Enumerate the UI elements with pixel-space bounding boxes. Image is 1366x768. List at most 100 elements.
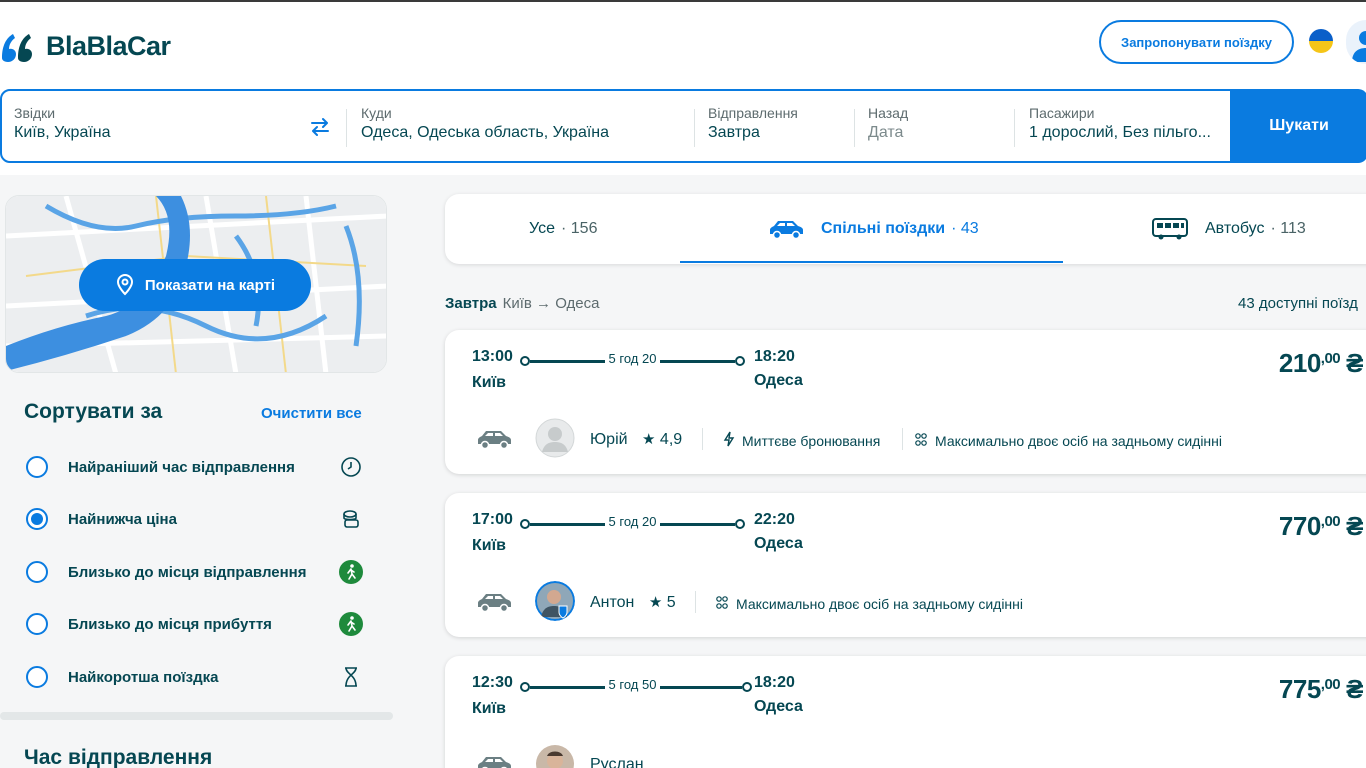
driver-name: Юрій <box>590 431 628 448</box>
from-field[interactable]: Звідки Київ, Україна <box>14 105 111 142</box>
ride-type-tabs: Усе · 156 Спільні поїздки · 43 Автобус ·… <box>445 194 1366 264</box>
arrival-city: Одеса <box>754 698 803 715</box>
driver-info: Юрій ★ 4,9 <box>590 430 682 449</box>
walking-icon <box>339 612 363 636</box>
sort-option-shortest[interactable]: Найкоротша поїздка <box>26 664 371 690</box>
max-two-back-feature: Максимально двоє осіб на задньому сидінн… <box>714 594 1023 613</box>
radio-button[interactable] <box>26 561 48 583</box>
departure-city: Київ <box>472 374 506 391</box>
coins-icon <box>339 507 363 531</box>
return-date-field[interactable]: Назад Дата <box>868 105 908 142</box>
driver-info: Руслан <box>590 756 644 768</box>
walking-icon <box>339 560 363 584</box>
driver-name: Руслан <box>590 756 644 768</box>
active-tab-indicator <box>680 261 1063 263</box>
sort-option-close-departure[interactable]: Близько до місця відправлення <box>26 559 371 585</box>
radio-button[interactable] <box>26 456 48 478</box>
departure-value: Завтра <box>708 124 760 141</box>
ride-price: 210,00 ₴ <box>1278 348 1364 378</box>
section-divider <box>0 712 393 720</box>
field-divider <box>854 109 855 147</box>
return-label: Назад <box>868 105 909 121</box>
sort-option-label: Близько до місця відправлення <box>68 563 307 581</box>
swap-icon[interactable] <box>308 115 332 139</box>
header: BlaBlaCar Запропонувати поїздку <box>0 2 1366 88</box>
passengers-label: Пасажири <box>1029 105 1095 121</box>
people-icon <box>913 431 929 450</box>
departure-city: Київ <box>472 537 506 554</box>
sort-option-label: Близько до місця прибуття <box>68 615 272 633</box>
search-bar: Звідки Київ, Україна Куди Одеса, Одеська… <box>0 89 1366 163</box>
driver-name: Антон <box>590 594 635 611</box>
instant-booking-feature: Миттєве бронювання <box>722 431 880 450</box>
departure-date-field[interactable]: Відправлення Завтра <box>708 105 798 142</box>
hourglass-icon <box>339 665 363 689</box>
return-value: Дата <box>868 124 904 141</box>
ride-timeline: 5 год 20 <box>520 514 745 529</box>
ukraine-flag-icon[interactable] <box>1309 29 1333 53</box>
field-divider <box>694 109 695 147</box>
ride-card[interactable]: 12:30 Київ 5 год 50 18:20 Одеса 775,00 ₴ … <box>445 656 1366 768</box>
from-value: Київ, Україна <box>14 124 111 141</box>
departure-time-title: Час відправлення <box>24 746 213 768</box>
clock-icon <box>339 455 363 479</box>
location-pin-icon <box>116 274 133 296</box>
sort-option-close-arrival[interactable]: Близько до місця прибуття <box>26 611 371 637</box>
ride-card[interactable]: 13:00 Київ 5 год 20 18:20 Одеса 210,00 ₴ … <box>445 330 1366 474</box>
people-icon <box>714 594 730 613</box>
radio-button[interactable] <box>26 613 48 635</box>
car-icon <box>475 591 513 613</box>
tab-label: Усе <box>529 220 555 237</box>
radio-button-selected[interactable] <box>26 508 48 530</box>
arrival-city: Одеса <box>754 535 803 552</box>
logo[interactable]: BlaBlaCar <box>0 26 171 66</box>
driver-avatar-verified <box>535 581 575 621</box>
arrival-time: 18:20 <box>754 348 795 365</box>
to-label: Куди <box>361 105 392 121</box>
departure-time: 12:30 <box>472 674 513 691</box>
driver-rating: 5 <box>666 594 676 611</box>
max-two-back-feature: Максимально двоє осіб на задньому сидінн… <box>913 431 1222 450</box>
tab-count: · 43 <box>951 220 979 237</box>
from-label: Звідки <box>14 105 56 121</box>
ride-price: 775,00 ₴ <box>1278 674 1364 704</box>
sort-option-earliest[interactable]: Найраніший час відправлення <box>26 454 371 480</box>
passengers-value: 1 дорослий, Без пільго... <box>1029 124 1211 141</box>
search-button[interactable]: Шукати <box>1230 89 1366 163</box>
tab-label: Автобус <box>1205 220 1265 237</box>
sort-option-label: Найкоротша поїздка <box>68 668 219 686</box>
sort-title: Сортувати за <box>24 400 163 423</box>
passengers-field[interactable]: Пасажири 1 дорослий, Без пільго... <box>1029 105 1211 142</box>
arrival-city: Одеса <box>754 372 803 389</box>
driver-rating: 4,9 <box>659 431 683 448</box>
tab-bus[interactable]: Автобус · 113 <box>1151 194 1306 264</box>
clear-all-button[interactable]: Очистити все <box>261 405 362 422</box>
ride-price: 770,00 ₴ <box>1278 511 1364 541</box>
to-field[interactable]: Куди Одеса, Одеська область, Україна <box>361 105 609 142</box>
tab-carpool[interactable]: Спільні поїздки · 43 <box>767 194 979 264</box>
driver-avatar <box>535 418 575 458</box>
radio-button[interactable] <box>26 666 48 688</box>
show-on-map-button[interactable]: Показати на карті <box>79 259 311 311</box>
results-day: Завтра <box>445 295 497 312</box>
departure-time: 13:00 <box>472 348 513 365</box>
tab-all[interactable]: Усе · 156 <box>529 194 597 264</box>
car-icon <box>475 428 513 450</box>
ride-timeline: 5 год 50 <box>520 677 752 692</box>
sort-option-lowest-price[interactable]: Найнижча ціна <box>26 506 371 532</box>
departure-time: 17:00 <box>472 511 513 528</box>
ride-duration: 5 год 20 <box>604 351 661 366</box>
offer-ride-button[interactable]: Запропонувати поїздку <box>1099 20 1294 64</box>
car-icon <box>770 221 803 240</box>
show-on-map-label: Показати на карті <box>144 276 276 294</box>
results-route-text: Київ → Одеса <box>502 295 600 312</box>
field-divider <box>1014 109 1015 147</box>
to-value: Одеса, Одеська область, Україна <box>361 124 610 141</box>
ride-timeline: 5 год 20 <box>520 351 745 366</box>
lightning-icon <box>722 431 736 450</box>
driver-info: Антон ★ 5 <box>590 593 676 612</box>
departure-city: Київ <box>472 700 506 717</box>
ride-card[interactable]: 17:00 Київ 5 год 20 22:20 Одеса 770,00 ₴ … <box>445 493 1366 637</box>
tab-count: · 113 <box>1270 220 1306 237</box>
user-avatar-icon[interactable] <box>1346 20 1366 64</box>
